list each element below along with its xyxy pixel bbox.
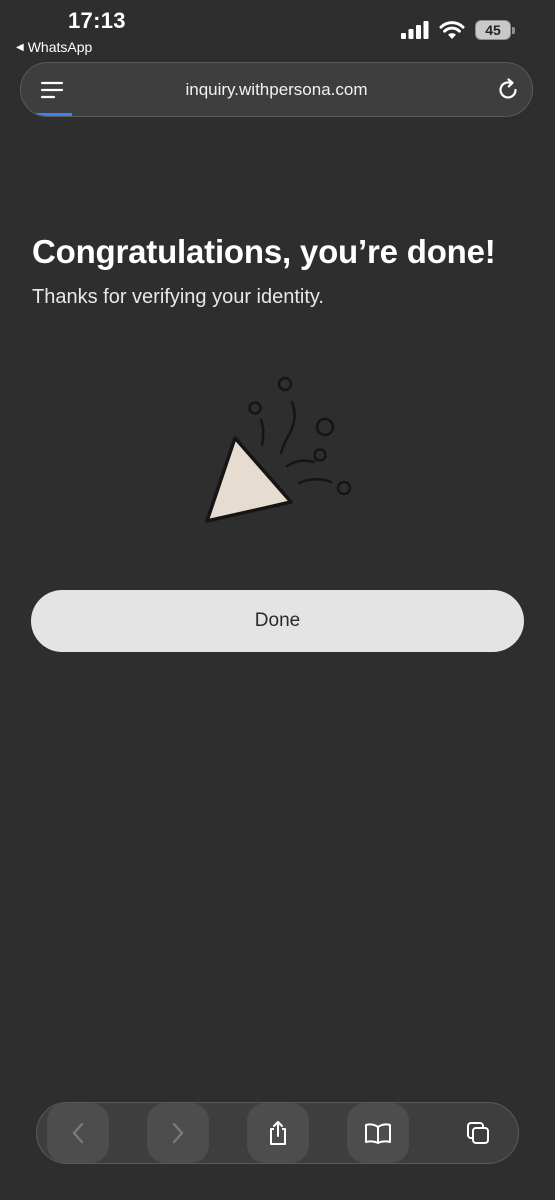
done-button[interactable]: Done bbox=[31, 590, 524, 652]
party-popper-icon bbox=[205, 376, 352, 523]
browser-toolbar bbox=[36, 1102, 519, 1164]
cellular-signal-icon bbox=[401, 21, 429, 39]
share-button[interactable] bbox=[247, 1103, 309, 1163]
back-app-label: WhatsApp bbox=[27, 39, 93, 55]
back-triangle-icon: ◀ bbox=[16, 41, 24, 53]
page-load-progress bbox=[21, 113, 73, 116]
tabs-button[interactable] bbox=[447, 1103, 509, 1163]
back-to-app-link[interactable]: ◀ WhatsApp bbox=[16, 39, 92, 55]
page-subtitle: Thanks for verifying your identity. bbox=[32, 286, 324, 308]
bookmarks-button[interactable] bbox=[347, 1103, 409, 1163]
bookmarks-icon bbox=[365, 1123, 391, 1144]
address-bar[interactable]: inquiry.withpersona.com bbox=[20, 62, 533, 117]
url-text[interactable]: inquiry.withpersona.com bbox=[21, 80, 532, 100]
status-time: 17:13 bbox=[68, 8, 126, 33]
status-indicators: 45 bbox=[401, 20, 515, 40]
share-icon bbox=[270, 1121, 286, 1145]
tabs-icon bbox=[467, 1122, 489, 1144]
forward-button[interactable] bbox=[147, 1103, 209, 1163]
battery-icon: 45 bbox=[475, 20, 515, 40]
forward-icon bbox=[172, 1122, 184, 1144]
back-button[interactable] bbox=[47, 1103, 109, 1163]
back-icon bbox=[72, 1122, 84, 1144]
reload-icon[interactable] bbox=[495, 77, 521, 103]
wifi-icon bbox=[439, 21, 465, 39]
battery-level: 45 bbox=[475, 20, 511, 40]
page-title: Congratulations, you’re done! bbox=[32, 233, 496, 270]
